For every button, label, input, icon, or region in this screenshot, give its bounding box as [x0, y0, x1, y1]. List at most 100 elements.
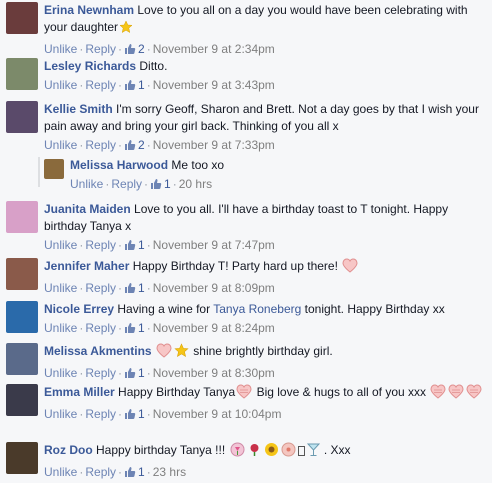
reply-link[interactable]: Reply: [85, 138, 116, 152]
comment-author[interactable]: Nicole Errey: [44, 302, 114, 316]
hibiscus-icon: [281, 442, 296, 462]
comment-text: Ditto.: [139, 59, 168, 73]
comment-actions: Unlike · Reply · 1 · November 9 at 8:30pm: [44, 365, 486, 384]
comment-author[interactable]: Melissa Akmentins: [44, 344, 152, 358]
like-count[interactable]: 1: [124, 465, 145, 479]
unlike-link[interactable]: Unlike: [44, 78, 77, 92]
comment-text: Big love & hugs to all of you xxx: [256, 385, 427, 399]
like-count[interactable]: 2: [124, 138, 145, 152]
comment-author[interactable]: Roz Doo: [44, 443, 93, 457]
avatar[interactable]: [6, 343, 38, 375]
comment-text: . Xxx: [323, 443, 351, 457]
reply-link[interactable]: Reply: [85, 78, 116, 92]
avatar[interactable]: [6, 258, 38, 290]
unlike-link[interactable]: Unlike: [44, 321, 77, 335]
avatar[interactable]: [6, 58, 38, 90]
unlike-link[interactable]: Unlike: [44, 42, 77, 56]
heart-icon: [430, 384, 446, 404]
avatar[interactable]: [44, 159, 64, 179]
avatar[interactable]: [6, 2, 38, 34]
thumbs-up-icon: [124, 466, 136, 483]
like-count[interactable]: 1: [124, 78, 145, 92]
thumbs-up-icon: [124, 322, 136, 339]
cocktail-icon: [306, 442, 320, 462]
timestamp[interactable]: November 9 at 8:30pm: [153, 366, 275, 380]
comment-author[interactable]: Jennifer Maher: [44, 259, 129, 273]
unlike-link[interactable]: Unlike: [70, 177, 103, 191]
reply-link[interactable]: Reply: [85, 42, 116, 56]
comment-author[interactable]: Emma Miller: [44, 385, 115, 399]
thumbs-up-icon: [124, 282, 136, 299]
comment-text: Happy Birthday Tanya: [118, 385, 236, 399]
timestamp[interactable]: November 9 at 7:33pm: [153, 138, 275, 152]
like-count[interactable]: 1: [124, 238, 145, 252]
unlike-link[interactable]: Unlike: [44, 138, 77, 152]
avatar[interactable]: [6, 301, 38, 333]
comment-text: tonight. Happy Birthday xx: [304, 302, 445, 316]
timestamp[interactable]: November 9 at 8:09pm: [153, 281, 275, 295]
missing-glyph-icon: [297, 445, 305, 462]
unlike-link[interactable]: Unlike: [44, 281, 77, 295]
reply-link[interactable]: Reply: [85, 366, 116, 380]
heart-icon: [342, 258, 358, 278]
comment-author[interactable]: Melissa Harwood: [70, 158, 168, 172]
like-count[interactable]: 1: [124, 321, 145, 335]
thumbs-up-icon: [124, 408, 136, 425]
unlike-link[interactable]: Unlike: [44, 238, 77, 252]
reply-link[interactable]: Reply: [85, 407, 116, 421]
comment-text: Happy birthday Tanya !!!: [96, 443, 226, 457]
thumbs-up-icon: [124, 367, 136, 384]
avatar[interactable]: [6, 201, 38, 233]
like-count[interactable]: 1: [124, 281, 145, 295]
like-count[interactable]: 1: [124, 407, 145, 421]
timestamp[interactable]: November 9 at 2:34pm: [153, 42, 275, 56]
star-icon: [174, 343, 189, 363]
thumbs-up-icon: [124, 239, 136, 256]
like-count[interactable]: 2: [124, 42, 145, 56]
comment-actions: Unlike · Reply · 1 · 23 hrs: [44, 464, 486, 483]
reply-link[interactable]: Reply: [85, 238, 116, 252]
tulip-icon: [230, 442, 245, 462]
timestamp[interactable]: 23 hrs: [153, 465, 186, 479]
comment-actions: Unlike · Reply · 1 · November 9 at 10:04pm: [44, 406, 486, 425]
like-count[interactable]: 1: [150, 177, 171, 191]
heart-icon: [448, 384, 464, 404]
timestamp[interactable]: November 9 at 10:04pm: [153, 407, 282, 421]
reply-link[interactable]: Reply: [85, 321, 116, 335]
comment-text: Having a wine for: [117, 302, 211, 316]
thumbs-up-icon: [124, 139, 136, 156]
reply-link[interactable]: Reply: [85, 281, 116, 295]
comment-list: Erina Newnham Love to you all on a day y…: [0, 0, 492, 481]
comment-text: Me too xo: [171, 158, 225, 172]
mention-link[interactable]: Tanya Roneberg: [213, 302, 301, 316]
comment-actions: Unlike · Reply · 1 · November 9 at 3:43pm: [44, 77, 486, 96]
thumbs-up-icon: [124, 79, 136, 96]
timestamp[interactable]: November 9 at 3:43pm: [153, 78, 275, 92]
timestamp[interactable]: November 9 at 7:47pm: [153, 238, 275, 252]
reply-divider: [38, 157, 40, 187]
unlike-link[interactable]: Unlike: [44, 366, 77, 380]
timestamp[interactable]: November 9 at 8:24pm: [153, 321, 275, 335]
comment-text: Happy Birthday T! Party hard up there!: [132, 259, 338, 273]
avatar[interactable]: [6, 384, 38, 416]
comment-actions: Unlike · Reply · 2 · November 9 at 7:33pm: [44, 137, 486, 156]
comment-author[interactable]: Kellie Smith: [44, 102, 113, 116]
rose-icon: [247, 442, 262, 462]
unlike-link[interactable]: Unlike: [44, 407, 77, 421]
avatar[interactable]: [6, 101, 38, 133]
comment-author[interactable]: Erina Newnham: [44, 3, 134, 17]
comment-text: shine brightly birthday girl.: [193, 344, 333, 358]
reply-link[interactable]: Reply: [111, 177, 142, 191]
reply-link[interactable]: Reply: [85, 465, 116, 479]
comment-author[interactable]: Juanita Maiden: [44, 202, 131, 216]
heart-icon: [466, 384, 482, 404]
unlike-link[interactable]: Unlike: [44, 465, 77, 479]
avatar[interactable]: [6, 442, 38, 474]
comment-actions: Unlike · Reply · 1 · 20 hrs: [70, 176, 486, 195]
heart-icon: [156, 343, 172, 363]
thumbs-up-icon: [150, 178, 162, 195]
timestamp[interactable]: 20 hrs: [179, 177, 212, 191]
like-count[interactable]: 1: [124, 366, 145, 380]
comment-author[interactable]: Lesley Richards: [44, 59, 136, 73]
comment-actions: Unlike · Reply · 1 · November 9 at 8:09pm: [44, 280, 486, 299]
